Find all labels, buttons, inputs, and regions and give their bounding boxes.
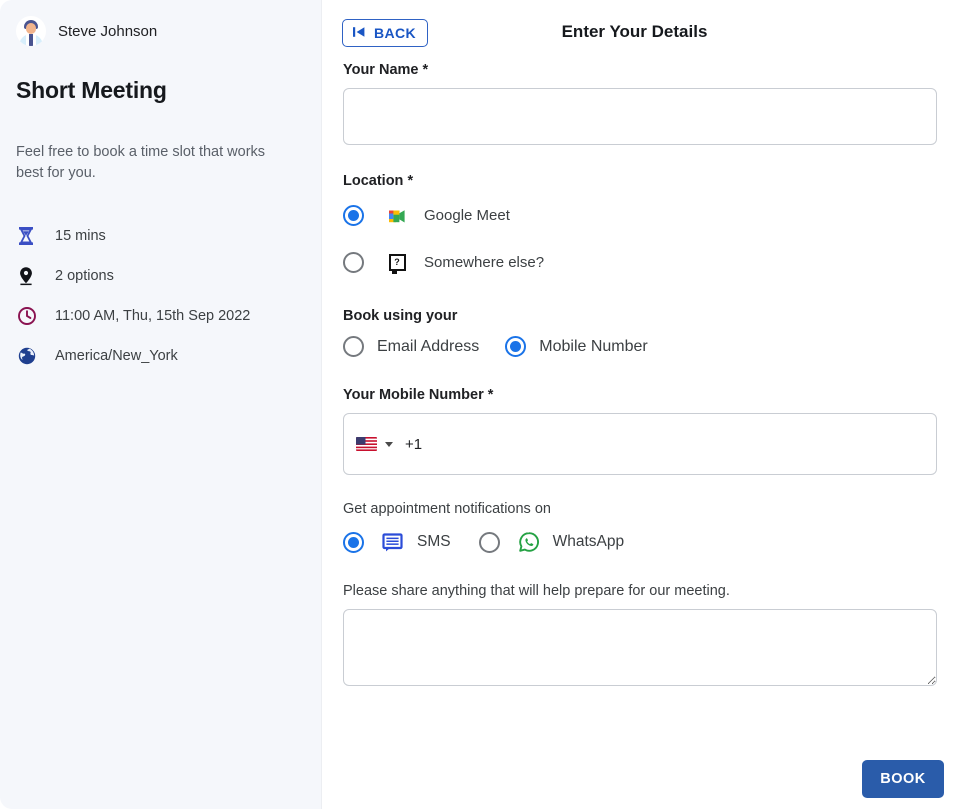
location-option-somewhere-else[interactable]: ? Somewhere else?	[343, 242, 945, 282]
notification-radio-whatsapp[interactable]	[479, 532, 500, 553]
google-meet-icon	[386, 207, 408, 224]
book-using-label-email: Email Address	[377, 338, 479, 356]
book-using-option-mobile[interactable]: Mobile Number	[505, 336, 647, 357]
us-flag-icon[interactable]	[356, 437, 377, 451]
missing-glyph-icon: ?	[386, 254, 408, 271]
meeting-description: Feel free to book a time slot that works…	[0, 120, 321, 184]
meta-text-time: 11:00 AM, Thu, 15th Sep 2022	[55, 308, 250, 324]
booking-card: Steve Johnson Short Meeting Feel free to…	[0, 0, 969, 809]
mobile-input-wrapper[interactable]: +1	[343, 413, 937, 475]
meta-row-time: 11:00 AM, Thu, 15th Sep 2022	[0, 296, 321, 336]
map-pin-icon	[17, 266, 43, 286]
name-input[interactable]	[343, 88, 937, 145]
form-body: Your Name * Location * Googl	[322, 62, 969, 691]
location-label: Location *	[343, 173, 945, 189]
book-using-option-email[interactable]: Email Address	[343, 336, 479, 357]
meta-row-location: 2 options	[0, 256, 321, 296]
meta-text-timezone: America/New_York	[55, 348, 178, 364]
meeting-meta-list: 15 mins 2 options	[0, 198, 321, 376]
notification-options: SMS WhatsApp	[343, 531, 945, 553]
dial-code: +1	[405, 436, 422, 453]
avatar	[16, 16, 46, 46]
globe-icon	[17, 346, 43, 366]
location-radio-google-meet[interactable]	[343, 205, 364, 226]
location-label-google-meet: Google Meet	[424, 207, 510, 224]
book-using-options: Email Address Mobile Number	[343, 336, 945, 357]
hourglass-icon	[17, 226, 43, 246]
host-row: Steve Johnson	[0, 0, 321, 46]
book-using-label-mobile: Mobile Number	[539, 338, 647, 356]
notes-field-label: Please share anything that will help pre…	[343, 583, 945, 599]
notification-option-sms[interactable]: SMS	[343, 532, 451, 553]
mobile-field-label: Your Mobile Number *	[343, 387, 945, 403]
meta-text-duration: 15 mins	[55, 228, 106, 244]
host-name: Steve Johnson	[58, 23, 157, 40]
notification-label-whatsapp: WhatsApp	[553, 533, 625, 551]
notification-label-sms: SMS	[417, 533, 451, 551]
book-using-radio-mobile[interactable]	[505, 336, 526, 357]
book-button[interactable]: BOOK	[862, 760, 944, 798]
chevron-down-icon[interactable]	[385, 442, 393, 447]
book-using-label: Book using your	[343, 308, 945, 324]
book-using-radio-email[interactable]	[343, 336, 364, 357]
name-field-label: Your Name *	[343, 62, 945, 78]
meta-row-timezone: America/New_York	[0, 336, 321, 376]
form-header: BACK Enter Your Details	[322, 0, 969, 62]
notification-radio-sms[interactable]	[343, 532, 364, 553]
clock-icon	[17, 306, 43, 326]
location-label-somewhere-else: Somewhere else?	[424, 254, 544, 271]
location-option-google-meet[interactable]: Google Meet	[343, 195, 945, 235]
notifications-label: Get appointment notifications on	[343, 501, 945, 517]
meta-row-duration: 15 mins	[0, 216, 321, 256]
details-form-panel: BACK Enter Your Details Your Name * Loca…	[321, 0, 969, 809]
meta-text-location: 2 options	[55, 268, 114, 284]
location-radio-somewhere-else[interactable]	[343, 252, 364, 273]
sidebar: Steve Johnson Short Meeting Feel free to…	[0, 0, 321, 809]
notes-textarea[interactable]	[343, 609, 937, 686]
whatsapp-icon	[517, 531, 541, 553]
page-title: Enter Your Details	[322, 22, 969, 42]
meeting-title: Short Meeting	[0, 61, 321, 104]
notification-option-whatsapp[interactable]: WhatsApp	[479, 531, 625, 553]
sms-message-icon	[381, 533, 405, 552]
